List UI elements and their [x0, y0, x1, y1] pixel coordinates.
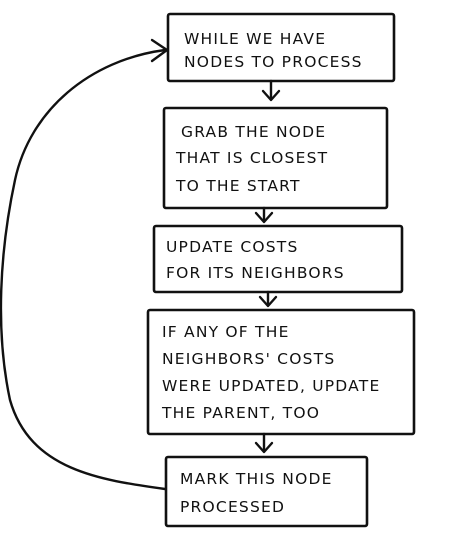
svg-text:GRAB THE NODE: GRAB THE NODE: [181, 123, 326, 141]
svg-text:WHILE WE HAVE: WHILE WE HAVE: [184, 30, 326, 48]
step-3-line-2: FOR ITS NEIGHBORS: [166, 264, 345, 282]
step-3: UPDATE COSTS FOR ITS NEIGHBORS: [152, 224, 404, 294]
svg-text:NEIGHBORS' COSTS: NEIGHBORS' COSTS: [162, 350, 335, 368]
step-4-line-2: NEIGHBORS' COSTS: [162, 350, 335, 368]
connector-4-5: [254, 432, 274, 454]
step-5-line-1: MARK THIS NODE: [180, 470, 333, 488]
connector-2-3: [254, 206, 274, 224]
step-4: IF ANY OF THE NEIGHBORS' COSTS WERE UPDA…: [146, 308, 416, 436]
svg-text:PROCESSED: PROCESSED: [180, 498, 285, 516]
step-2-line-3: TO THE START: [175, 177, 301, 195]
step-2: GRAB THE NODE THAT IS CLOSEST TO THE STA…: [162, 106, 389, 210]
step-1-line-2: NODES TO PROCESS: [184, 53, 363, 71]
step-5: MARK THIS NODE PROCESSED: [164, 455, 369, 528]
step-1-line-1: WHILE WE HAVE: [184, 30, 326, 48]
connector-3-4: [258, 290, 278, 308]
step-5-line-2: PROCESSED: [180, 498, 285, 516]
svg-text:THE PARENT, TOO: THE PARENT, TOO: [161, 404, 320, 422]
svg-text:MARK THIS NODE: MARK THIS NODE: [180, 470, 333, 488]
step-2-line-2: THAT IS CLOSEST: [175, 149, 328, 167]
svg-text:UPDATE COSTS: UPDATE COSTS: [166, 238, 299, 256]
flowchart-diagram: WHILE WE HAVE NODES TO PROCESS GRAB THE …: [0, 12, 416, 528]
step-4-line-3: WERE UPDATED, UPDATE: [162, 377, 380, 395]
loop-back-arrow: [0, 38, 169, 491]
step-3-line-1: UPDATE COSTS: [166, 238, 299, 256]
svg-text:NODES TO PROCESS: NODES TO PROCESS: [184, 53, 363, 71]
step-1: WHILE WE HAVE NODES TO PROCESS: [166, 12, 396, 83]
loop-back-line: [0, 48, 167, 491]
svg-text:FOR ITS NEIGHBORS: FOR ITS NEIGHBORS: [166, 264, 345, 282]
svg-text:IF ANY OF THE: IF ANY OF THE: [162, 323, 290, 341]
svg-text:WERE UPDATED, UPDATE: WERE UPDATED, UPDATE: [162, 377, 380, 395]
step-4-line-4: THE PARENT, TOO: [161, 404, 320, 422]
step-2-line-1: GRAB THE NODE: [181, 123, 326, 141]
connector-1-2: [261, 79, 281, 102]
svg-text:THAT IS CLOSEST: THAT IS CLOSEST: [175, 149, 328, 167]
step-3-box: [152, 224, 404, 294]
svg-text:TO THE START: TO THE START: [175, 177, 301, 195]
step-4-line-1: IF ANY OF THE: [162, 323, 290, 341]
